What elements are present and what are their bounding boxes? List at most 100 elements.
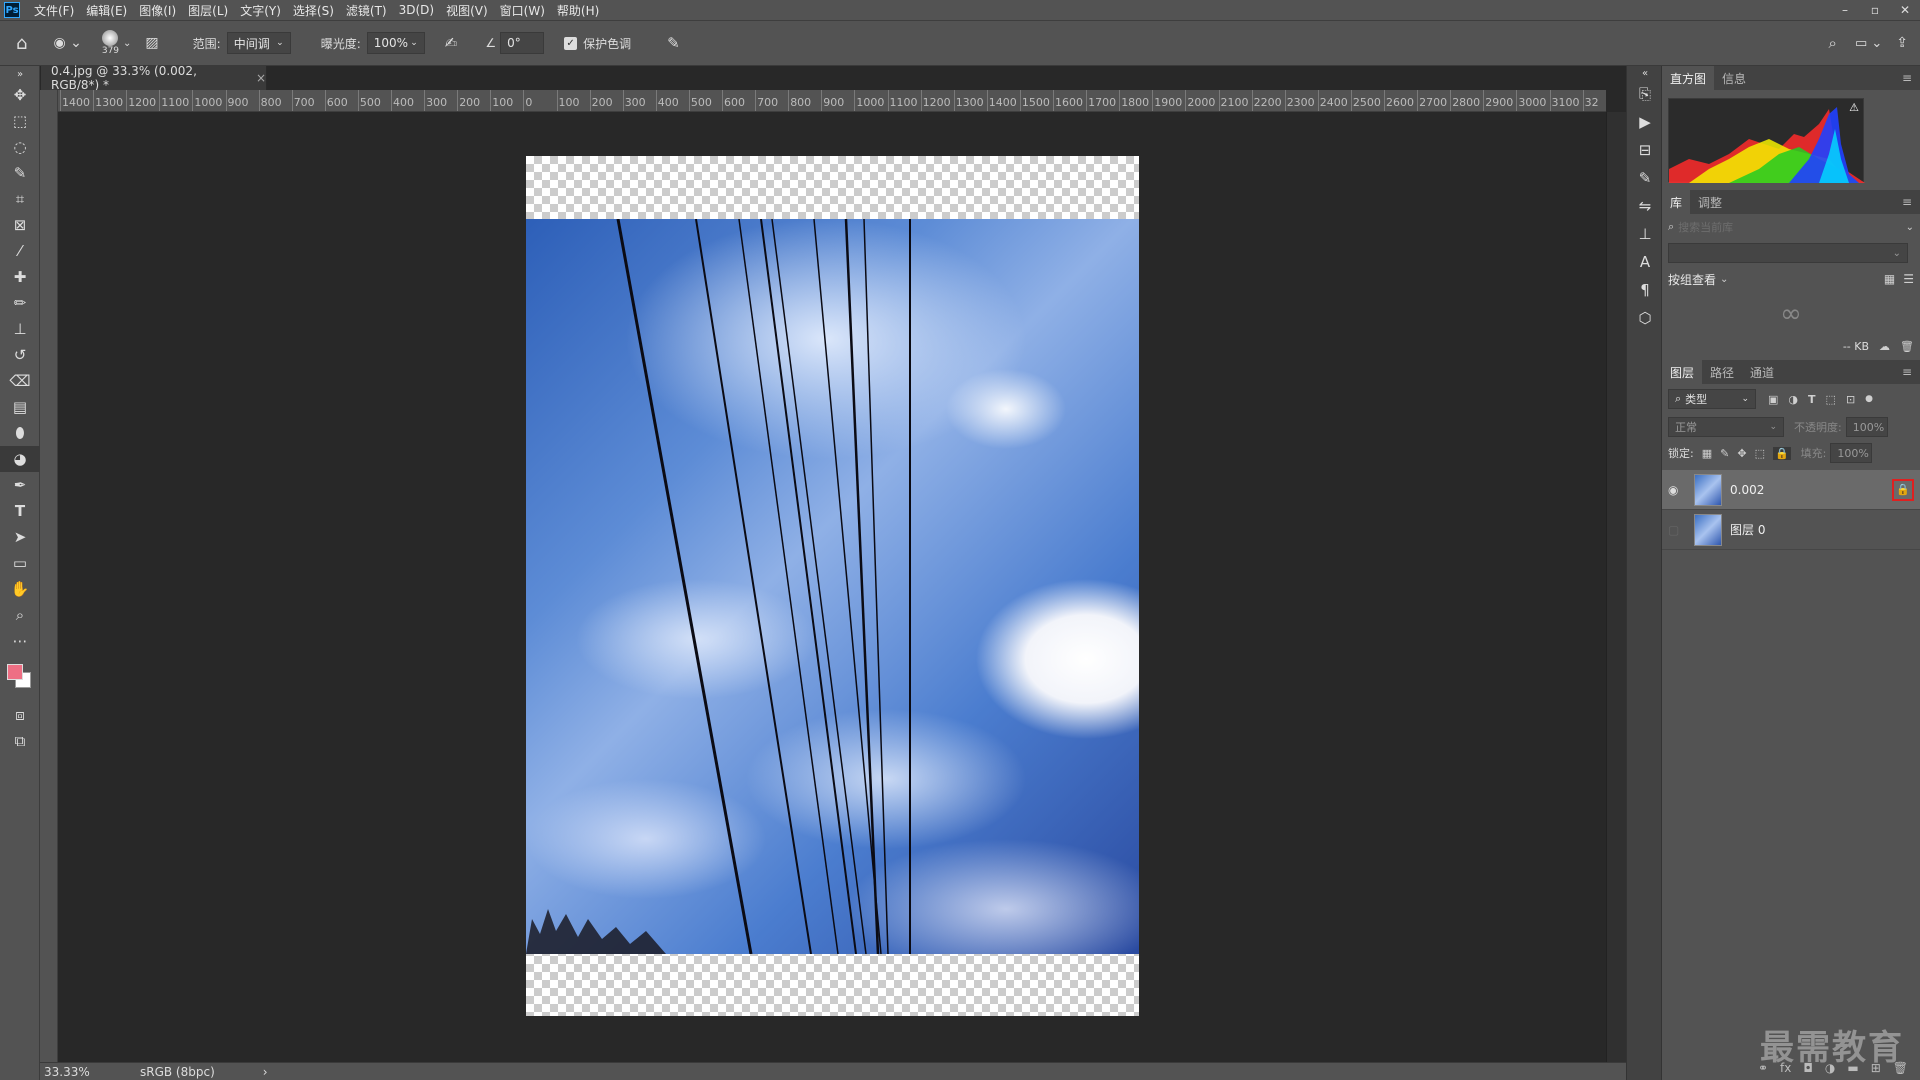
library-select[interactable]: ⌄ <box>1668 243 1908 263</box>
range-dropdown[interactable]: 中间调 ⌄ <box>226 32 291 54</box>
filter-pixel-icon[interactable]: ▣ <box>1768 393 1778 406</box>
grid-view-icon[interactable]: ▦ <box>1884 272 1895 286</box>
layer-row[interactable]: ▢ 图层 0 <box>1662 510 1920 550</box>
vertical-scrollbar[interactable] <box>1606 112 1626 1064</box>
document-tab[interactable]: 0.4.jpg @ 33.3% (0.002, RGB/8*) * × <box>41 64 267 92</box>
menu-filter[interactable]: 滤镜(T) <box>340 2 393 19</box>
panel-menu-icon[interactable]: ≡ <box>1902 71 1912 85</box>
opacity-input[interactable]: 100% <box>1845 417 1888 437</box>
home-icon[interactable]: ⌂ <box>16 33 27 54</box>
rectangle-tool-icon[interactable]: ▭ <box>0 550 40 576</box>
menu-image[interactable]: 图像(I) <box>133 2 182 19</box>
tab-paths[interactable]: 路径 <box>1702 360 1742 384</box>
filter-toggle-icon[interactable]: ● <box>1865 394 1873 404</box>
zoom-tool-icon[interactable]: ⌕ <box>0 602 40 628</box>
clone-source-panel-icon[interactable]: ⊥ <box>1627 220 1663 248</box>
foreground-color-swatch[interactable] <box>7 664 23 680</box>
trash-icon[interactable]: 🗑 <box>1900 340 1914 353</box>
pressure-size-icon[interactable]: ✎ <box>667 34 680 52</box>
airbrush-icon[interactable]: ✍ <box>445 34 458 52</box>
filter-shape-icon[interactable]: ⬚ <box>1826 393 1836 406</box>
minimize-button[interactable]: – <box>1830 3 1860 17</box>
crop-tool-icon[interactable]: ⌗ <box>0 186 40 212</box>
layer-filter-dropdown[interactable]: ⌕ 类型 ⌄ <box>1668 389 1756 409</box>
hand-tool-icon[interactable]: ✋ <box>0 576 40 602</box>
brush-size-picker[interactable]: 379 <box>102 30 119 56</box>
menu-view[interactable]: 视图(V) <box>440 2 494 19</box>
panel-menu-icon[interactable]: ≡ <box>1902 195 1912 209</box>
quick-select-tool-icon[interactable]: ✎ <box>0 160 40 186</box>
vertical-ruler[interactable] <box>40 90 58 1064</box>
screen-mode-icon[interactable]: ⧉ <box>0 728 40 754</box>
blend-mode-dropdown[interactable]: 正常 ⌄ <box>1668 417 1784 437</box>
protect-tones-checkbox[interactable]: ✓ <box>564 36 578 50</box>
panel-menu-icon[interactable]: ≡ <box>1902 365 1912 379</box>
tab-adjustments[interactable]: 调整 <box>1690 190 1730 214</box>
library-search-input[interactable]: 搜索当前库 <box>1678 219 1905 235</box>
menu-select[interactable]: 选择(S) <box>287 2 340 19</box>
filter-adjustment-icon[interactable]: ◑ <box>1788 393 1798 406</box>
move-tool-icon[interactable]: ✥ <box>0 82 40 108</box>
dodge-tool-icon[interactable]: ◕ <box>0 446 40 472</box>
eraser-tool-icon[interactable]: ⌫ <box>0 368 40 394</box>
healing-brush-tool-icon[interactable]: ✚ <box>0 264 40 290</box>
lock-position-icon[interactable]: ✥ <box>1737 447 1746 460</box>
exposure-dropdown[interactable]: 100% ⌄ <box>366 32 425 54</box>
paragraph-panel-icon[interactable]: ¶ <box>1627 276 1663 304</box>
adjustments-panel-icon[interactable]: ⇋ <box>1627 192 1663 220</box>
tab-channels[interactable]: 通道 <box>1742 360 1782 384</box>
gradient-tool-icon[interactable]: ▤ <box>0 394 40 420</box>
workspace-icon[interactable]: ▭ ⌄ <box>1855 36 1882 51</box>
tab-layers[interactable]: 图层 <box>1662 360 1703 384</box>
clone-stamp-tool-icon[interactable]: ⊥ <box>0 316 40 342</box>
menu-help[interactable]: 帮助(H) <box>551 2 605 19</box>
lock-pixels-icon[interactable]: ✎ <box>1720 447 1729 460</box>
frame-tool-icon[interactable]: ⊠ <box>0 212 40 238</box>
lock-transparent-icon[interactable]: ▦ <box>1702 447 1712 460</box>
layer-lock-icon[interactable]: 🔒 <box>1892 478 1914 501</box>
properties-panel-icon[interactable]: ⊟ <box>1627 136 1663 164</box>
filter-smart-object-icon[interactable]: ⊡ <box>1846 393 1855 406</box>
tab-libraries[interactable]: 库 <box>1662 190 1691 214</box>
quick-mask-icon[interactable]: ⧈ <box>0 702 40 728</box>
list-view-icon[interactable]: ☰ <box>1903 272 1914 286</box>
history-panel-icon[interactable]: ⎘ <box>1627 80 1663 108</box>
cloud-sync-icon[interactable]: ☁ <box>1879 340 1890 353</box>
more-tools-icon[interactable]: ⋯ <box>0 628 40 654</box>
path-select-tool-icon[interactable]: ➤ <box>0 524 40 550</box>
menu-file[interactable]: 文件(F) <box>28 2 80 19</box>
protect-tones-group[interactable]: ✓ 保护色调 <box>564 35 631 52</box>
tab-histogram[interactable]: 直方图 <box>1662 66 1715 90</box>
layer-row[interactable]: ◉ 0.002 🔒 <box>1662 470 1920 510</box>
marquee-tool-icon[interactable]: ⬚ <box>0 108 40 134</box>
history-brush-tool-icon[interactable]: ↺ <box>0 342 40 368</box>
chevron-down-icon[interactable]: ⌄ <box>1720 274 1728 285</box>
menu-edit[interactable]: 编辑(E) <box>80 2 133 19</box>
brush-settings-panel-icon[interactable]: ✎ <box>1627 164 1663 192</box>
angle-input[interactable]: 0° <box>500 32 545 54</box>
eye-hidden-icon[interactable]: ▢ <box>1668 523 1686 537</box>
eyedropper-tool-icon[interactable]: ⁄ <box>0 238 40 264</box>
view-by-group-dropdown[interactable]: 按组查看 <box>1668 271 1716 288</box>
fill-input[interactable]: 100% <box>1830 443 1873 463</box>
restore-button[interactable]: ▫ <box>1860 3 1890 17</box>
menu-layer[interactable]: 图层(L) <box>182 2 234 19</box>
brush-settings-icon[interactable]: ▨ <box>145 35 158 51</box>
lasso-tool-icon[interactable]: ◌ <box>0 134 40 160</box>
actions-panel-icon[interactable]: ▶ <box>1627 108 1663 136</box>
lock-artboard-icon[interactable]: ⬚ <box>1755 447 1765 460</box>
eye-icon[interactable]: ◉ <box>1668 483 1686 497</box>
menu-window[interactable]: 窗口(W) <box>494 2 551 19</box>
lock-all-icon[interactable]: 🔒 <box>1772 446 1791 460</box>
search-icon[interactable]: ⌕ <box>1829 34 1837 52</box>
color-swatches[interactable] <box>0 654 40 702</box>
type-tool-icon[interactable]: T <box>0 498 40 524</box>
document-canvas[interactable] <box>526 156 1139 1016</box>
tab-info[interactable]: 信息 <box>1714 66 1754 90</box>
close-tab-icon[interactable]: × <box>256 71 266 85</box>
warning-icon[interactable]: ⚠ <box>1849 101 1859 114</box>
close-button[interactable]: ✕ <box>1890 3 1920 17</box>
menu-3d[interactable]: 3D(D) <box>393 3 440 17</box>
filter-type-icon[interactable]: T <box>1808 393 1816 406</box>
menu-type[interactable]: 文字(Y) <box>234 2 287 19</box>
